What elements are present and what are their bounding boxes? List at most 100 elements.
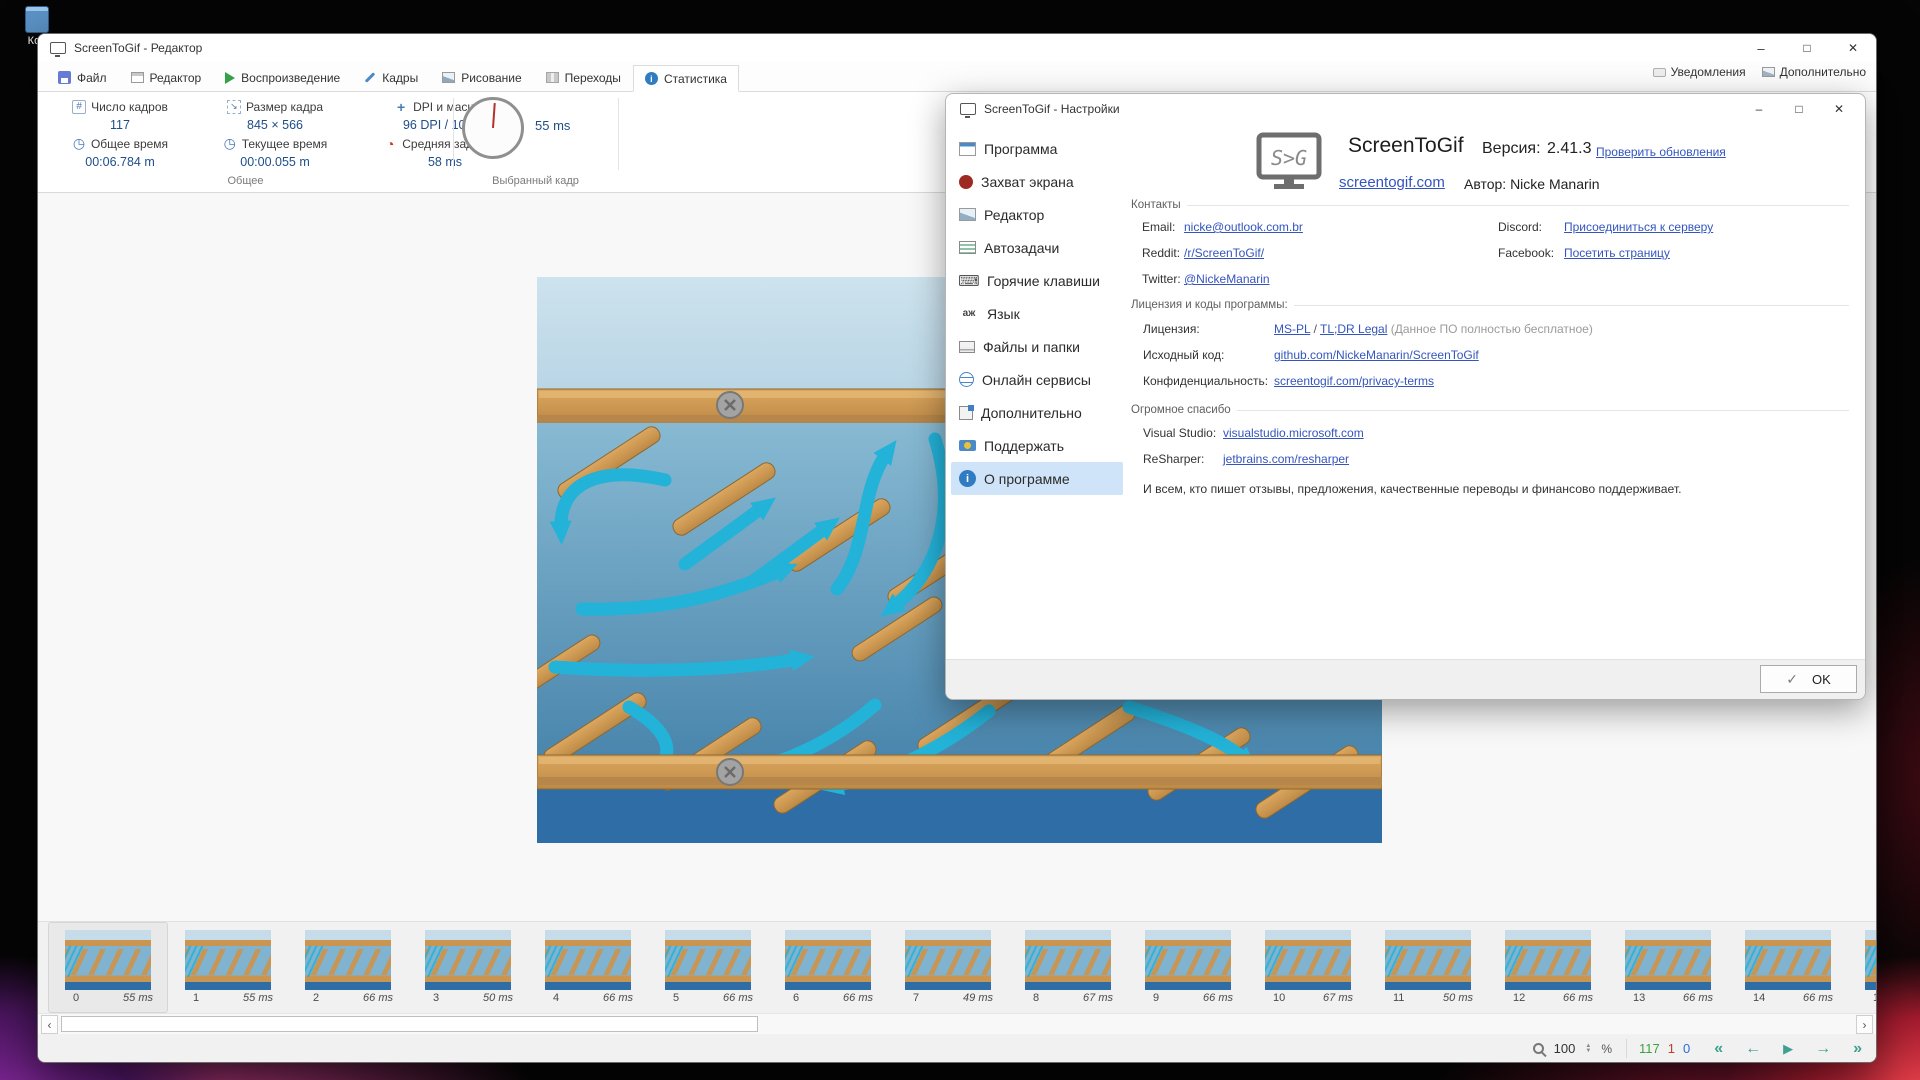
ok-button[interactable]: OK [1760,665,1857,693]
sidebar-item-editor[interactable]: Редактор [951,198,1123,231]
frame-number: 0 [73,992,79,1004]
frame-thumbnail [1385,930,1471,990]
link[interactable]: nicke@outlook.com.br [1184,220,1303,234]
website-link[interactable]: screentogif.com [1339,174,1445,191]
sidebar-item-files-folders[interactable]: Файлы и папки [951,330,1123,363]
frame-number: 10 [1273,992,1285,1004]
separator: / [1310,322,1320,336]
frame-cell[interactable]: 0 55 ms [48,922,168,1013]
frame-cell[interactable]: 14 66 ms [1728,922,1848,1013]
frame-number: 8 [1033,992,1039,1004]
frame-cell[interactable]: 11 50 ms [1368,922,1488,1013]
zoom-stepper[interactable]: ▲▼ [1585,1044,1591,1054]
scrollbar-thumb[interactable] [61,1016,758,1032]
link[interactable]: TL;DR Legal [1320,322,1387,336]
screentogif-logo: S>G [1256,132,1322,192]
first-frame-button[interactable] [1714,1041,1723,1057]
sidebar-item-online-services[interactable]: Онлайн сервисы [951,363,1123,396]
settings-titlebar[interactable]: ScreenToGif - Настройки [946,94,1865,124]
sidebar-item-about[interactable]: О программе [951,462,1123,495]
timeline-scrollbar[interactable] [38,1013,1876,1034]
link[interactable]: Присоединиться к серверу [1564,220,1713,234]
stat-label: Общее время [44,134,196,153]
scroll-left-icon[interactable] [41,1015,58,1034]
frame-number: 11 [1393,992,1404,1004]
next-frame-button[interactable] [1815,1041,1831,1057]
link[interactable]: @NickeManarin [1184,272,1270,286]
keyboard-icon [959,272,979,290]
group-separator [453,98,454,170]
link[interactable]: jetbrains.com/resharper [1223,452,1349,466]
sidebar-item-screen-capture[interactable]: Захват экрана [951,165,1123,198]
minimize-button[interactable] [1738,34,1784,62]
link[interactable]: screentogif.com/privacy-terms [1274,374,1434,388]
sidebar-item-language[interactable]: Язык [951,297,1123,330]
check-updates-link[interactable]: Проверить обновления [1596,145,1726,159]
tab-statistics[interactable]: Статистика [633,65,739,92]
frame-cell[interactable]: 6 66 ms [768,922,888,1013]
frame-cell[interactable]: 12 66 ms [1488,922,1608,1013]
editor-titlebar[interactable]: ScreenToGif - Редактор [38,34,1876,62]
frame-cell[interactable]: 8 67 ms [1008,922,1128,1013]
stat-label: Размер кадра [196,97,354,116]
notifications-button[interactable]: Уведомления [1653,65,1746,79]
tab-label: Файл [77,71,107,85]
frame-cell[interactable]: 9 66 ms [1128,922,1248,1013]
settings-dialog-title: ScreenToGif - Настройки [984,102,1120,116]
sidebar-item-automated-tasks[interactable]: Автозадачи [951,231,1123,264]
play-button[interactable] [1783,1041,1793,1057]
frame-cell[interactable]: 10 67 ms [1248,922,1368,1013]
frame-cell[interactable]: 15 [1848,922,1876,1013]
settings-sidebar: Программа Захват экрана Редактор Автозад… [951,132,1123,495]
frame-cell[interactable]: 5 66 ms [648,922,768,1013]
more-options-button[interactable]: Дополнительно [1762,65,1866,79]
maximize-button[interactable] [1779,96,1819,122]
delay-gauge [462,97,524,159]
group-caption-general: Общее [38,175,453,187]
minimize-button[interactable] [1739,96,1779,122]
stat-value: 845 × 566 [247,118,303,132]
tab-frames[interactable]: Кадры [352,64,430,91]
recycle-bin-icon [25,6,49,33]
tab-playback[interactable]: Воспроизведение [213,64,352,91]
frame-thumbnail [425,930,511,990]
scroll-right-icon[interactable] [1856,1015,1873,1034]
frame-number: 2 [313,992,319,1004]
frame-thumbnail [1625,930,1711,990]
sidebar-item-program[interactable]: Программа [951,132,1123,165]
last-frame-button[interactable] [1853,1041,1862,1057]
frame-cell[interactable]: 1 55 ms [168,922,288,1013]
version-value: 2.41.3 [1547,140,1591,158]
frame-cell[interactable]: 13 66 ms [1608,922,1728,1013]
zoom-value[interactable]: 100 [1554,1041,1576,1056]
frame-thumbnail [305,930,391,990]
frame-cell[interactable]: 7 49 ms [888,922,1008,1013]
row-label: Reddit: [1142,246,1180,260]
tab-file[interactable]: Файл [46,64,119,91]
link[interactable]: Посетить страницу [1564,246,1670,260]
pencil-icon [365,72,376,83]
maximize-button[interactable] [1784,34,1830,62]
frame-cell[interactable]: 4 66 ms [528,922,648,1013]
frame-thumbnail [1265,930,1351,990]
sidebar-item-shortcuts[interactable]: Горячие клавиши [951,264,1123,297]
close-button[interactable] [1830,34,1876,62]
sidebar-item-donate[interactable]: Поддержать [951,429,1123,462]
tab-editor[interactable]: Редактор [119,64,214,91]
sidebar-item-extras[interactable]: Дополнительно [951,396,1123,429]
link[interactable]: MS-PL [1274,322,1310,336]
frame-delay: 67 ms [1083,992,1113,1004]
link[interactable]: github.com/NickeManarin/ScreenToGif [1274,348,1479,362]
tab-transitions[interactable]: Переходы [534,64,633,91]
frame-thumbnail [1505,930,1591,990]
frame-cell[interactable]: 2 66 ms [288,922,408,1013]
previous-frame-button[interactable] [1745,1041,1761,1057]
frame-cell[interactable]: 3 50 ms [408,922,528,1013]
info-icon [959,470,976,487]
tab-label: Статистика [664,72,727,86]
close-button[interactable] [1819,96,1859,122]
tab-drawing[interactable]: Рисование [430,64,533,91]
link[interactable]: visualstudio.microsoft.com [1223,426,1364,440]
link[interactable]: /r/ScreenToGif/ [1184,246,1264,260]
sidebar-item-label: Редактор [984,207,1044,223]
